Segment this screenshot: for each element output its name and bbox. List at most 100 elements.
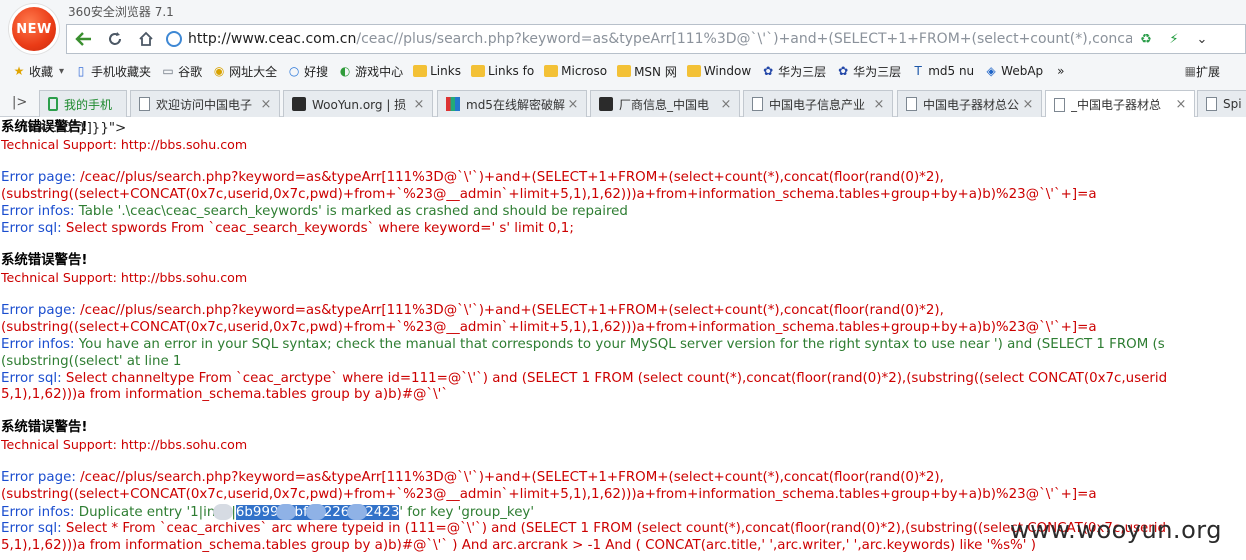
error-text: /ceac//plus/search.php?keyword=as&typeAr… xyxy=(75,170,944,186)
new-badge-text: NEW xyxy=(16,21,52,37)
favorites-dropdown-icon[interactable]: ▾ xyxy=(59,66,64,77)
bookmark-label: 收藏 xyxy=(29,64,54,79)
bookmark-label: Microso xyxy=(561,64,608,78)
spacer-line xyxy=(1,287,1246,304)
browser-tab[interactable]: 欢迎访问中国电子 × xyxy=(130,90,280,117)
error-line: 5,1),1,62)))a from information_schema.ta… xyxy=(1,387,1246,404)
extensions-button[interactable]: ▦ 扩展 xyxy=(1179,60,1226,82)
bookmark-item[interactable]: ▯ 手机收藏夹 xyxy=(72,60,159,82)
error-text: Select * From `ceac_archives` arc where … xyxy=(61,520,1167,536)
url-domain: http://www.ceac.com.cn xyxy=(188,31,357,47)
browser-tab[interactable]: _中国电子器材总 × xyxy=(1045,90,1195,117)
bookmark-label: 游戏中心 xyxy=(355,64,404,79)
browser-tab[interactable]: 中国电子器材总公 × xyxy=(897,90,1042,117)
bookmark-item[interactable]: Links fo xyxy=(469,60,542,82)
bookmark-label: MSN 网 xyxy=(634,64,677,79)
sync-icon[interactable]: ♻ xyxy=(1137,30,1155,48)
error-text: (substring((select+CONCAT(0x7c,userid,0x… xyxy=(1,187,1097,203)
redacted-blur xyxy=(305,503,326,520)
bookmark-label: 谷歌 xyxy=(178,64,203,79)
phone-icon: ▯ xyxy=(77,64,85,78)
bookmark-label: Links xyxy=(430,64,461,78)
error-text: (substring((select+CONCAT(0x7c,userid,0x… xyxy=(1,320,1097,336)
bookmark-item[interactable]: ✿ 华为三层 xyxy=(759,60,834,82)
error-line: Error page: /ceac//plus/search.php?keywo… xyxy=(1,470,1246,487)
folder-icon xyxy=(470,65,485,77)
bookmark-label: 华为三层 xyxy=(778,64,827,79)
browser-tab[interactable]: 厂商信息_中国电 × xyxy=(590,90,740,117)
spacer-line xyxy=(1,454,1246,471)
bookmark-item[interactable]: ◐ 游戏中心 xyxy=(336,60,411,82)
tab-label: 中国电子信息产业 xyxy=(769,97,866,112)
bookmark-item[interactable]: Tmd5 nu xyxy=(909,60,982,82)
reload-button[interactable] xyxy=(100,25,130,53)
close-icon[interactable]: × xyxy=(1174,97,1188,112)
bookmark-item[interactable]: Window xyxy=(685,60,759,82)
tab-label: 欢迎访问中国电子 xyxy=(156,97,253,112)
browser-tab[interactable]: 我的手机 xyxy=(39,90,127,117)
error-text: (substring((select+CONCAT(0x7c,userid,0x… xyxy=(1,487,1097,503)
page-icon: ▭ xyxy=(162,64,174,78)
tab-label: md5在线解密破解 xyxy=(466,97,565,112)
bookmark-label: md5 nu xyxy=(928,64,975,78)
game-icon: ◐ xyxy=(339,64,351,78)
address-bar-actions: ♻ ⚡ ⌄ xyxy=(1137,25,1211,53)
page-icon xyxy=(906,97,917,111)
close-icon[interactable]: × xyxy=(259,97,273,112)
watermark: www.wooyun.org xyxy=(1010,516,1222,544)
bookmark-item[interactable]: Links xyxy=(411,60,469,82)
bookmarks-bar: ★ 收藏 ▾ ▯ 手机收藏夹 ▭ 谷歌 ◉ 网址大全 ○ 好搜 ◐ 游戏中心 Links Links fo… xyxy=(0,58,1246,84)
close-icon[interactable]: × xyxy=(719,97,733,112)
bookmark-item[interactable]: ◉ 网址大全 xyxy=(210,60,285,82)
lightning-icon[interactable]: ⚡ xyxy=(1165,30,1183,48)
home-button[interactable] xyxy=(131,25,161,53)
browser-tab[interactable]: md5在线解密破解 × xyxy=(437,90,587,117)
technical-support: Technical Support: http://bbs.sohu.com xyxy=(1,269,248,285)
back-arrow-icon xyxy=(75,32,91,46)
new-badge-logo[interactable]: NEW xyxy=(9,4,59,54)
error-line: (substring((select+CONCAT(0x7c,userid,0x… xyxy=(1,187,1246,204)
wooyun-icon xyxy=(292,97,306,111)
address-bar[interactable]: http://www.ceac.com.cn/ceac//plus/search… xyxy=(162,25,1132,53)
close-icon[interactable]: × xyxy=(1021,97,1035,112)
error-heading: 系统错误警告! xyxy=(1,420,88,435)
bookmark-item[interactable]: MSN 网 xyxy=(615,60,685,82)
tz-icon: T xyxy=(914,64,922,78)
browser-tab[interactable]: Spi xyxy=(1197,90,1246,117)
browser-tab[interactable]: WooYun.org | 损 × xyxy=(283,90,433,117)
url-path: /ceac//plus/search.php?keyword=as&typeAr… xyxy=(356,31,1132,47)
close-icon[interactable]: × xyxy=(566,97,580,112)
bookmark-item[interactable]: ○ 好搜 xyxy=(285,60,336,82)
error-text: Table '.\ceac\ceac_search_keywords' is m… xyxy=(74,203,628,219)
spacer-line xyxy=(1,154,1246,171)
tab-label: 中国电子器材总公 xyxy=(923,97,1020,112)
url-text[interactable]: http://www.ceac.com.cn/ceac//plus/search… xyxy=(188,31,1132,47)
page-icon xyxy=(752,97,763,111)
bookmark-item[interactable]: ▭ 谷歌 xyxy=(159,60,210,82)
duplicate-entry-prefix: Duplicate entry '1|in xyxy=(74,504,216,520)
bookmark-item[interactable]: ✿ 华为三层 xyxy=(834,60,909,82)
bookmark-label: Links fo xyxy=(487,64,535,78)
error-label: Error infos: xyxy=(1,203,75,219)
technical-support: Technical Support: http://bbs.sohu.com xyxy=(1,136,248,152)
close-icon[interactable]: × xyxy=(872,97,886,112)
extensions-label: 扩展 xyxy=(1195,64,1220,79)
tab-label: _中国电子器材总 xyxy=(1071,98,1162,112)
bookmark-item[interactable]: ★ 收藏 ▾ xyxy=(10,60,72,82)
selected-hash[interactable]: 6b999 bf 226 2423 xyxy=(235,503,400,520)
error-line: (substring((select' at line 1 xyxy=(1,354,1246,371)
dropdown-chevron-icon[interactable]: ⌄ xyxy=(1193,30,1211,48)
toolbar: http://www.ceac.com.cn/ceac//plus/search… xyxy=(66,24,1246,54)
browser-tab[interactable]: 中国电子信息产业 × xyxy=(743,90,893,117)
tab-list-toggle-icon[interactable]: |> xyxy=(12,95,27,110)
tab-label: Spi xyxy=(1223,97,1242,111)
tab-strip: |> 我的手机 欢迎访问中国电子 × WooYun.org | 损 × md5在线解密破解… xyxy=(0,89,1246,117)
error-line: Error sql: Select channeltype From `ceac… xyxy=(1,371,1246,388)
bookmark-item[interactable]: ◈ WebAp xyxy=(982,60,1051,82)
bookmarks-more-button[interactable]: » xyxy=(1051,60,1070,82)
bookmark-item[interactable]: Microso xyxy=(542,60,615,82)
close-icon[interactable]: × xyxy=(412,97,426,112)
window-title: 360安全浏览器 7.1 xyxy=(68,5,174,19)
back-button[interactable] xyxy=(69,25,99,53)
duplicate-entry-suffix: ' for key 'group_key' xyxy=(399,504,535,520)
